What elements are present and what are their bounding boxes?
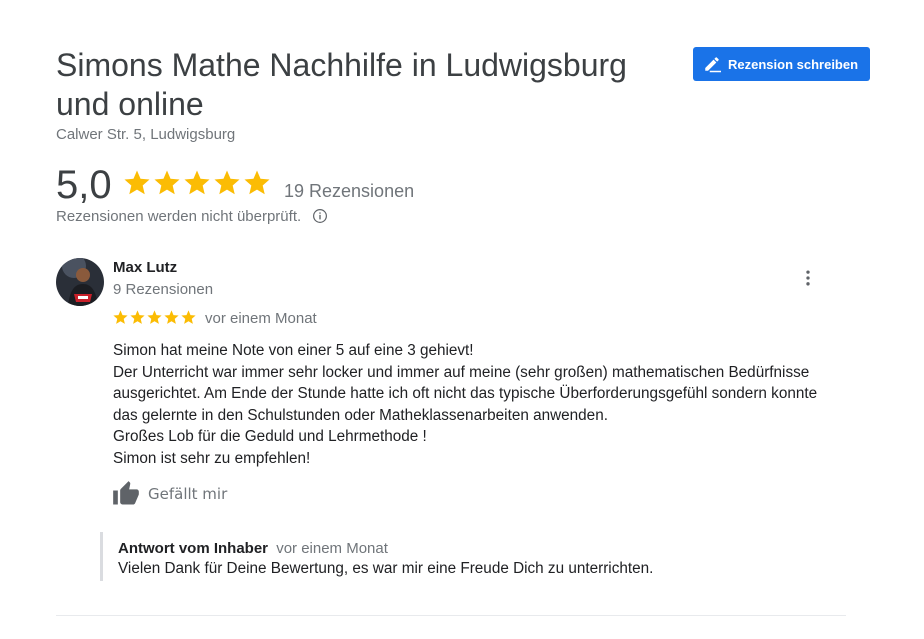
unverified-notice-text: Rezensionen werden nicht überprüft.	[56, 207, 302, 225]
thumbs-up-icon	[112, 480, 140, 508]
pencil-icon	[703, 55, 721, 73]
review-line: Großes Lob für die Geduld und Lehrmethod…	[113, 428, 427, 445]
owner-reply: Antwort vom Inhaber vor einem Monat Viel…	[100, 532, 820, 581]
star-icon	[130, 310, 145, 324]
review-line: Simon hat meine Note von einer 5 auf ein…	[113, 342, 474, 359]
owner-reply-label: Antwort vom Inhaber	[118, 540, 269, 557]
star-icon	[244, 170, 270, 195]
star-icon	[124, 170, 150, 195]
place-address: Calwer Str. 5, Ludwigsburg	[56, 126, 236, 143]
rating-value: 5,0	[56, 163, 112, 207]
owner-reply-date: vor einem Monat	[276, 540, 388, 557]
write-review-button[interactable]: Rezension schreiben	[693, 47, 870, 81]
review-text: Simon hat meine Note von einer 5 auf ein…	[113, 340, 843, 469]
owner-reply-header: Antwort vom Inhaber vor einem Monat	[118, 540, 820, 557]
review-line: Simon ist sehr zu empfehlen!	[113, 449, 311, 467]
unverified-notice: Rezensionen werden nicht überprüft.	[56, 207, 329, 225]
like-button[interactable]: Gefällt mir	[112, 480, 227, 508]
write-review-label: Rezension schreiben	[728, 56, 859, 72]
star-icon	[181, 310, 196, 324]
like-label: Gefällt mir	[148, 485, 228, 503]
divider	[56, 615, 846, 616]
review-line: Der Unterricht war immer sehr locker und…	[113, 363, 818, 424]
reviewer-name[interactable]: Max Lutz	[113, 259, 177, 276]
review-count-link[interactable]: 19 Rezensionen	[284, 181, 414, 202]
star-icon	[184, 170, 210, 195]
reviewer-review-count: 9 Rezensionen	[113, 281, 214, 298]
info-icon[interactable]	[311, 207, 329, 225]
star-icon	[164, 310, 179, 324]
star-icon	[214, 170, 240, 195]
avatar[interactable]	[56, 258, 104, 306]
review-stars	[112, 309, 197, 326]
review-date: vor einem Monat	[205, 310, 317, 327]
more-vert-icon[interactable]	[796, 266, 820, 290]
rating-stars	[122, 168, 272, 198]
star-icon	[154, 170, 180, 195]
star-icon	[113, 310, 128, 324]
owner-reply-text: Vielen Dank für Deine Bewertung, es war …	[118, 560, 654, 577]
place-title: Simons Mathe Nachhilfe in Ludwigsburg un…	[56, 47, 627, 122]
star-icon	[147, 310, 162, 324]
